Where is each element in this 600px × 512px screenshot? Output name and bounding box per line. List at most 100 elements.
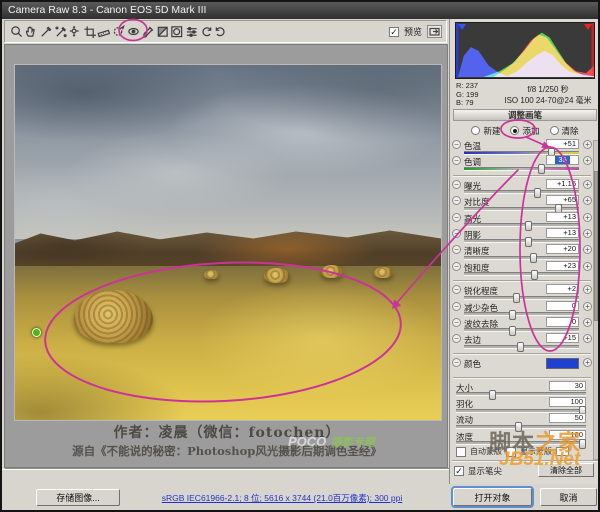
- slider-value-input[interactable]: +1.15: [546, 178, 579, 189]
- slider-value-input[interactable]: +23: [546, 260, 579, 271]
- radio-icon[interactable]: [549, 126, 559, 135]
- hay-bale-large: [74, 290, 153, 343]
- increase-icon[interactable]: +: [583, 301, 592, 311]
- radial-filter-tool-icon[interactable]: [170, 24, 185, 39]
- targeted-adjustment-tool-icon[interactable]: [67, 24, 82, 39]
- decrease-icon[interactable]: −: [452, 317, 461, 327]
- brush-mode-option[interactable]: 新建: [471, 125, 500, 137]
- highlight-clipping-warning[interactable]: [584, 24, 592, 30]
- increase-icon[interactable]: +: [583, 228, 592, 238]
- adjustment-brush-tool-icon[interactable]: [140, 24, 155, 39]
- decrease-icon[interactable]: −: [452, 245, 461, 255]
- increase-icon[interactable]: +: [583, 261, 592, 271]
- slider-value-input[interactable]: 35: [546, 155, 579, 166]
- slider-knob[interactable]: [537, 164, 545, 175]
- preview-checkbox[interactable]: ✓: [388, 26, 399, 37]
- decrease-icon[interactable]: −: [452, 196, 461, 206]
- brush-mode-option[interactable]: 清除: [549, 125, 579, 137]
- slider-track[interactable]: [456, 389, 586, 400]
- open-object-button[interactable]: 打开对象: [451, 486, 534, 508]
- slider-knob[interactable]: [516, 342, 524, 353]
- show-pins-checkbox[interactable]: ✓: [454, 466, 464, 476]
- radio-icon[interactable]: [471, 126, 481, 135]
- slider-value-input[interactable]: +20: [546, 244, 579, 255]
- slider-value-input[interactable]: 30: [549, 380, 586, 391]
- decrease-icon[interactable]: −: [452, 357, 461, 367]
- slider-track[interactable]: [464, 220, 579, 231]
- hand-tool-icon[interactable]: [24, 24, 39, 39]
- hay-bale-small: [204, 270, 219, 279]
- graduated-filter-tool-icon[interactable]: [155, 24, 170, 39]
- increase-icon[interactable]: +: [583, 179, 592, 189]
- slider-track[interactable]: [464, 309, 579, 320]
- radio-icon[interactable]: [510, 126, 520, 135]
- slider-value-input[interactable]: 50: [549, 413, 586, 424]
- shadow-clipping-warning[interactable]: [458, 24, 466, 30]
- brush-mode-option[interactable]: 添加: [510, 125, 540, 137]
- slider-value-input[interactable]: +2: [546, 284, 579, 295]
- increase-icon[interactable]: +: [583, 334, 592, 344]
- slider-value-input[interactable]: 0: [546, 300, 579, 311]
- red-eye-tool-icon[interactable]: [126, 24, 141, 39]
- slider-track[interactable]: [464, 293, 579, 304]
- slider-value-input[interactable]: 0: [546, 316, 579, 327]
- increase-icon[interactable]: +: [583, 245, 592, 255]
- white-balance-tool-icon[interactable]: [38, 24, 53, 39]
- divider: [453, 280, 591, 283]
- slider-knob[interactable]: [530, 269, 538, 280]
- slider-track[interactable]: [464, 187, 579, 198]
- spot-removal-tool-icon[interactable]: [111, 24, 126, 39]
- increase-icon[interactable]: +: [583, 317, 592, 327]
- increase-icon[interactable]: +: [583, 156, 592, 166]
- decrease-icon[interactable]: −: [452, 261, 461, 271]
- save-image-button[interactable]: 存储图像...: [36, 489, 120, 506]
- rotate-left-tool-icon[interactable]: [199, 24, 214, 39]
- decrease-icon[interactable]: −: [452, 156, 461, 166]
- auto-mask-checkbox[interactable]: [456, 446, 466, 457]
- slider-track[interactable]: [456, 422, 586, 433]
- slider-track[interactable]: [464, 253, 579, 264]
- slider-track[interactable]: [464, 148, 579, 158]
- scrollbar-thumb[interactable]: [594, 171, 598, 321]
- slider-track[interactable]: [464, 204, 579, 215]
- photo-canvas[interactable]: [14, 64, 442, 421]
- increase-icon[interactable]: +: [583, 285, 592, 295]
- preferences-tool-icon[interactable]: [184, 24, 199, 39]
- slider-track[interactable]: [456, 406, 586, 417]
- slider-track[interactable]: [464, 269, 579, 280]
- clear-all-button[interactable]: 清除全部: [538, 463, 594, 477]
- straighten-tool-icon[interactable]: [97, 24, 112, 39]
- panel-scrollbar[interactable]: [593, 140, 598, 460]
- slider-track[interactable]: [464, 325, 579, 336]
- increase-icon[interactable]: +: [583, 140, 592, 149]
- fullscreen-toggle-icon[interactable]: [427, 25, 442, 38]
- slider-value-input[interactable]: +13: [546, 211, 579, 222]
- mask-color-well[interactable]: [556, 447, 569, 456]
- increase-icon[interactable]: +: [583, 357, 592, 367]
- adjustment-brush-pin[interactable]: [32, 328, 41, 337]
- slider-track[interactable]: [464, 342, 579, 353]
- workflow-options-link[interactable]: sRGB IEC61966-2.1; 8 位; 5616 x 3744 (21.…: [122, 492, 442, 504]
- slider-track[interactable]: [456, 438, 586, 449]
- increase-icon[interactable]: +: [583, 196, 592, 206]
- slider-value-input[interactable]: +15: [546, 333, 579, 344]
- decrease-icon[interactable]: −: [452, 179, 461, 189]
- zoom-tool-icon[interactable]: [9, 24, 24, 39]
- slider-track[interactable]: [464, 164, 579, 175]
- decrease-icon[interactable]: −: [452, 212, 461, 222]
- increase-icon[interactable]: +: [583, 212, 592, 222]
- decrease-icon[interactable]: −: [452, 301, 461, 311]
- color-sampler-tool-icon[interactable]: [53, 24, 68, 39]
- slider-value-input[interactable]: +13: [546, 227, 579, 238]
- decrease-icon[interactable]: −: [452, 228, 461, 238]
- rotate-right-tool-icon[interactable]: [213, 24, 228, 39]
- slider-track[interactable]: [464, 236, 579, 247]
- decrease-icon[interactable]: −: [452, 285, 461, 295]
- brush-color-swatch[interactable]: [546, 357, 579, 369]
- cancel-button[interactable]: 取消: [540, 488, 597, 506]
- crop-tool-icon[interactable]: [82, 24, 97, 39]
- decrease-icon[interactable]: −: [452, 334, 461, 344]
- decrease-icon[interactable]: −: [452, 140, 461, 149]
- show-mask-checkbox[interactable]: [506, 446, 516, 457]
- slider-value-input[interactable]: +65: [546, 195, 579, 206]
